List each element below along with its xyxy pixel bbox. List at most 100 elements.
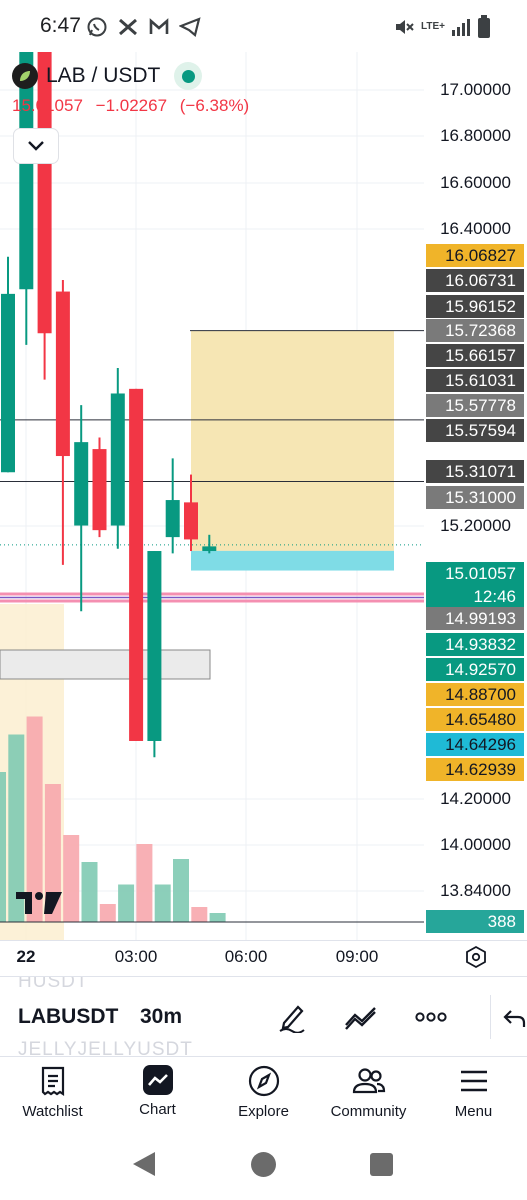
network-type: LTE+ xyxy=(421,21,445,32)
nav-chart[interactable]: Chart xyxy=(105,1065,210,1118)
price-label-value: 15.57778 xyxy=(445,396,516,415)
trend-line-icon[interactable] xyxy=(343,1001,379,1033)
time-tick: 09:00 xyxy=(335,947,379,966)
price-summary: 15.01057 −1.02267 (−6.38%) xyxy=(12,96,257,116)
candle-body xyxy=(1,293,15,473)
price-label[interactable]: 15.61031 xyxy=(426,369,524,392)
symbol-header[interactable]: LAB / USDT xyxy=(12,62,203,90)
signal-icon xyxy=(452,19,470,36)
collapse-legend-button[interactable] xyxy=(13,128,59,164)
price-tick: 16.40000 xyxy=(440,219,511,238)
price-tick: 14.20000 xyxy=(440,789,511,808)
volume-bar xyxy=(118,884,135,922)
community-icon xyxy=(352,1068,385,1094)
more-icon[interactable] xyxy=(415,1007,447,1027)
tradingview-logo-icon xyxy=(16,892,62,914)
price-label[interactable]: 16.06731 xyxy=(426,269,524,292)
price-label[interactable]: 14.62939 xyxy=(426,758,524,781)
price-label[interactable]: 388 xyxy=(426,910,524,933)
recents-icon[interactable] xyxy=(370,1153,393,1176)
watchlist-icon xyxy=(41,1066,64,1097)
volume-bar xyxy=(63,835,80,922)
price-tick: 16.60000 xyxy=(440,173,511,192)
price-label[interactable]: 14.64296 xyxy=(426,733,524,756)
symbol-name[interactable]: LAB / USDT xyxy=(46,64,160,88)
candle xyxy=(92,437,107,538)
nav-community-label: Community xyxy=(330,1103,407,1120)
nav-menu-label: Menu xyxy=(454,1103,493,1120)
candle-body xyxy=(74,442,89,526)
price-label[interactable]: 15.31000 xyxy=(426,486,524,509)
last-price-label[interactable]: 15.01057 12:46 xyxy=(426,562,524,608)
bar-countdown: 12:46 xyxy=(473,587,516,606)
symbol-scroll-previous[interactable]: HUSDT xyxy=(18,977,88,993)
price-axis[interactable]: 17.00000 16.80000 16.60000 16.40000 15.20000… xyxy=(424,52,527,940)
mute-icon xyxy=(396,20,414,34)
nav-chart-label: Chart xyxy=(139,1101,176,1118)
price-label-value: 15.57594 xyxy=(445,421,516,440)
nav-watchlist[interactable]: Watchlist xyxy=(0,1065,105,1120)
chart-icon xyxy=(142,1065,173,1095)
price-label[interactable]: 14.92570 xyxy=(426,658,524,681)
candle-body xyxy=(37,52,52,334)
nav-explore[interactable]: Explore xyxy=(211,1065,316,1120)
market-status-indicator[interactable] xyxy=(174,62,203,90)
price-label[interactable]: 15.72368 xyxy=(426,319,524,342)
status-bar: 6:47 LTE+ xyxy=(0,0,527,52)
price-label[interactable]: 15.66157 xyxy=(426,344,524,367)
price-tick: 15.20000 xyxy=(440,516,511,535)
price-change: −1.02267 xyxy=(95,96,168,115)
x-icon xyxy=(119,18,137,36)
profit-zone xyxy=(191,330,394,551)
price-label-value: 15.31071 xyxy=(445,462,516,481)
symbol-scroll-next[interactable]: JELLYJELLYUSDT xyxy=(18,1039,193,1056)
interval-selector[interactable]: 30m xyxy=(140,1005,182,1029)
price-label-value: 16.06731 xyxy=(445,271,516,290)
price-label[interactable]: 14.65480 xyxy=(426,708,524,731)
back-icon[interactable] xyxy=(131,1150,157,1178)
candle xyxy=(55,279,70,565)
candle xyxy=(74,405,89,612)
last-price: 15.01057 xyxy=(12,96,83,115)
time-tick: 06:00 xyxy=(224,947,268,966)
price-label[interactable]: 15.57778 xyxy=(426,394,524,417)
volume-bar xyxy=(209,913,226,922)
home-icon[interactable] xyxy=(251,1152,276,1177)
price-label-value: 14.62939 xyxy=(445,760,516,779)
range-box xyxy=(0,649,211,680)
price-label[interactable]: 14.99193 xyxy=(426,607,524,630)
system-icons: LTE+ xyxy=(393,14,491,40)
symbol-selector[interactable]: LABUSDT xyxy=(18,1005,118,1029)
price-label-value: 14.88700 xyxy=(445,685,516,704)
candle-body xyxy=(202,546,217,552)
volume-bar xyxy=(154,884,171,922)
price-label[interactable]: 16.06827 xyxy=(426,244,524,267)
volume-bar xyxy=(191,907,208,922)
candle xyxy=(110,368,125,549)
time-tick-day: 22 xyxy=(16,947,36,966)
price-label[interactable]: 15.96152 xyxy=(426,295,524,318)
battery-icon xyxy=(478,15,490,38)
candle-body xyxy=(55,291,70,457)
volume-bar xyxy=(173,859,189,922)
nav-community[interactable]: Community xyxy=(316,1065,421,1120)
price-label-value: 16.06827 xyxy=(445,246,516,265)
price-change-percent: (−6.38%) xyxy=(179,96,250,115)
price-label-value: 14.92570 xyxy=(445,660,516,679)
nav-menu[interactable]: Menu xyxy=(421,1065,526,1120)
price-tick: 17.00000 xyxy=(440,80,511,99)
price-label[interactable]: 14.93832 xyxy=(426,633,524,656)
draw-pen-icon[interactable] xyxy=(276,1001,308,1033)
candle-body xyxy=(147,551,162,741)
price-label[interactable]: 14.88700 xyxy=(426,683,524,706)
time-axis[interactable]: 22 03:00 06:00 09:00 xyxy=(0,940,527,976)
undo-icon[interactable] xyxy=(502,1001,527,1033)
price-label[interactable]: 15.31071 xyxy=(426,460,524,483)
chart-settings-icon[interactable] xyxy=(464,945,488,969)
whatsapp-icon xyxy=(87,17,107,37)
candle-body xyxy=(129,388,144,741)
symbol-logo xyxy=(12,63,38,89)
price-label[interactable]: 15.57594 xyxy=(426,419,524,442)
volume-bar xyxy=(81,862,98,922)
bottom-navigation: Watchlist Chart Explore Community Menu xyxy=(0,1056,527,1136)
